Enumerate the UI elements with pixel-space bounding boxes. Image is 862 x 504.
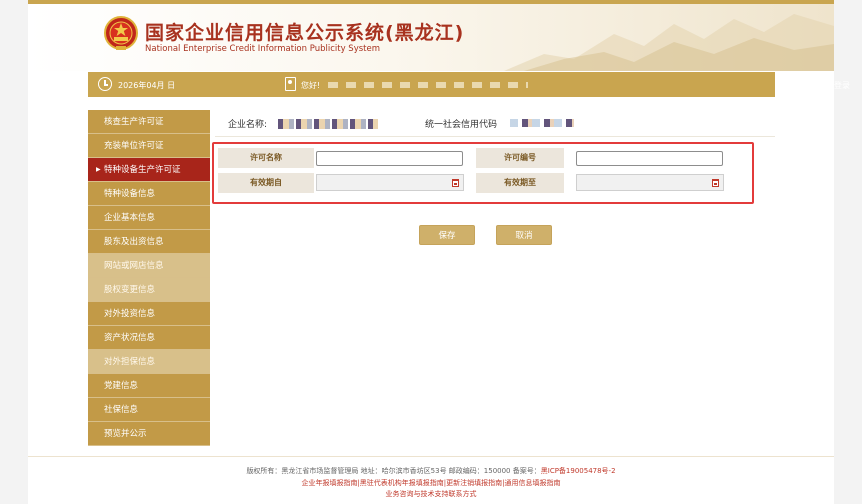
sidebar-item-investment[interactable]: 对外投资信息 xyxy=(88,302,210,326)
license-name-input[interactable] xyxy=(316,151,463,166)
current-date: 2026年04月 日 xyxy=(118,81,176,90)
user-bar: 2026年04月 日 您好! 退出登录 xyxy=(88,72,850,97)
credit-code-redacted xyxy=(510,119,574,127)
license-number-label: 许可编号 xyxy=(476,148,564,168)
sidebar-nav: 核查生产许可证 充装单位许可证 特种设备生产许可证 特种设备信息 企业基本信息 … xyxy=(88,110,210,446)
company-name-label: 企业名称: xyxy=(228,120,268,130)
footer-guides-links[interactable]: 企业年报填报指南|黑驻代表机构年报填报指南|更新注销填报指南|通用信息填报指南 xyxy=(28,478,834,488)
company-name-redacted xyxy=(278,119,378,129)
sidebar-item-party-building[interactable]: 党建信息 xyxy=(88,374,210,398)
sidebar-item-filling-unit-license[interactable]: 充装单位许可证 xyxy=(88,134,210,158)
site-title: 国家企业信用信息公示系统(黑龙江) xyxy=(145,22,465,44)
cancel-button[interactable]: 取消 xyxy=(496,225,552,245)
divider xyxy=(215,136,775,137)
license-form: 许可名称 许可编号 有效期自 有效期至 xyxy=(212,142,754,204)
sidebar-item-assets[interactable]: 资产状况信息 xyxy=(88,326,210,350)
save-button[interactable]: 保存 xyxy=(419,225,475,245)
greeting-text: 您好! xyxy=(301,81,321,90)
sidebar-item-website-info[interactable]: 网站或网店信息 xyxy=(88,254,210,278)
site-footer: 版权所有：黑龙江省市场监督管理局 地址：哈尔滨市香坊区53号 邮政编码：1500… xyxy=(28,456,834,504)
valid-to-date-input[interactable] xyxy=(576,174,724,191)
username-redacted xyxy=(328,82,528,88)
site-subtitle: National Enterprise Credit Information P… xyxy=(145,44,380,54)
footer-copyright: 版权所有：黑龙江省市场监督管理局 地址：哈尔滨市香坊区53号 邮政编码：1500… xyxy=(246,467,616,475)
license-number-input[interactable] xyxy=(576,151,723,166)
sidebar-item-special-equipment-license[interactable]: 特种设备生产许可证 xyxy=(88,158,210,182)
logout-icon[interactable] xyxy=(801,78,812,90)
valid-from-label: 有效期自 xyxy=(218,173,314,193)
sidebar-item-basic-info[interactable]: 企业基本信息 xyxy=(88,206,210,230)
valid-from-date-input[interactable] xyxy=(316,174,464,191)
mountain-landscape-image xyxy=(504,14,834,71)
calendar-icon[interactable] xyxy=(452,179,459,187)
icp-link[interactable]: 黑ICP备19005478号-2 xyxy=(541,467,616,475)
sidebar-item-verification-license[interactable]: 核查生产许可证 xyxy=(88,110,210,134)
license-name-label: 许可名称 xyxy=(218,148,314,168)
sidebar-item-preview-publish[interactable]: 预览并公示 xyxy=(88,422,210,446)
sidebar-item-special-equipment-info[interactable]: 特种设备信息 xyxy=(88,182,210,206)
user-card-icon xyxy=(285,77,296,91)
national-emblem-icon xyxy=(104,16,138,50)
sidebar-item-social-security[interactable]: 社保信息 xyxy=(88,398,210,422)
clock-icon xyxy=(98,77,112,91)
logout-link[interactable]: 退出登录 xyxy=(818,80,850,91)
sidebar-item-equity-change[interactable]: 股权变更信息 xyxy=(88,278,210,302)
sidebar-item-shareholders[interactable]: 股东及出资信息 xyxy=(88,230,210,254)
credit-code-label: 统一社会信用代码 xyxy=(425,120,498,130)
sidebar-item-guarantee[interactable]: 对外担保信息 xyxy=(88,350,210,374)
valid-to-label: 有效期至 xyxy=(476,173,564,193)
footer-support-link[interactable]: 业务咨询与技术支持联系方式 xyxy=(28,489,834,499)
calendar-icon[interactable] xyxy=(712,179,719,187)
